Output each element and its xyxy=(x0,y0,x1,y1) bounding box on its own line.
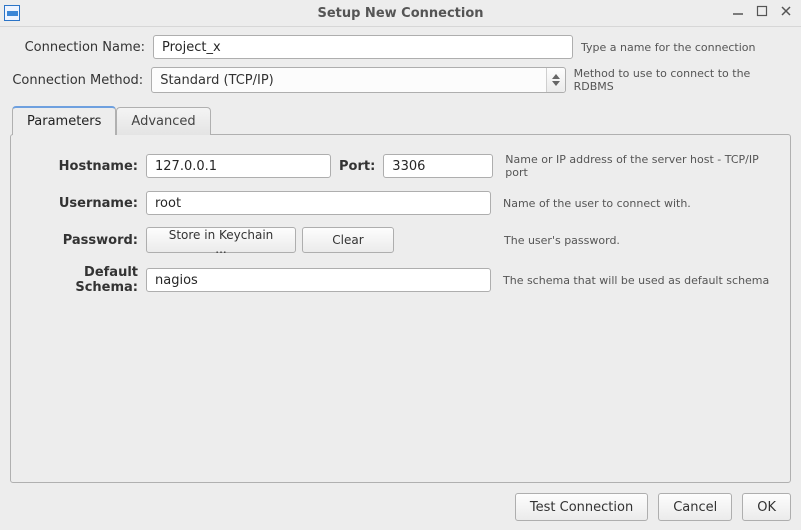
dialog-footer: Test Connection Cancel OK xyxy=(10,493,791,521)
username-help: Name of the user to connect with. xyxy=(503,197,776,210)
connection-name-input[interactable] xyxy=(153,35,573,59)
password-row: Password: Store in Keychain ... Clear Th… xyxy=(25,227,776,253)
app-icon xyxy=(4,5,20,21)
hostname-help: Name or IP address of the server host - … xyxy=(505,153,776,179)
hostname-row: Hostname: Port: Name or IP address of th… xyxy=(25,153,776,179)
cancel-button[interactable]: Cancel xyxy=(658,493,732,521)
connection-name-label: Connection Name: xyxy=(10,40,153,55)
tab-advanced[interactable]: Advanced xyxy=(116,107,210,135)
connection-name-help: Type a name for the connection xyxy=(581,41,755,54)
minimize-icon[interactable] xyxy=(731,5,745,21)
connection-name-row: Connection Name: Type a name for the con… xyxy=(10,35,791,59)
password-help: The user's password. xyxy=(504,234,776,247)
combo-spinner-icon[interactable] xyxy=(546,68,565,92)
schema-help: The schema that will be used as default … xyxy=(503,274,776,287)
titlebar: Setup New Connection xyxy=(0,0,801,27)
connection-method-help: Method to use to connect to the RDBMS xyxy=(574,67,791,93)
tabs: Parameters Advanced Hostname: Port: Name… xyxy=(10,105,791,483)
schema-label: Default Schema: xyxy=(25,265,146,295)
connection-method-label: Connection Method: xyxy=(10,73,151,88)
password-label: Password: xyxy=(25,233,146,248)
username-input[interactable] xyxy=(146,191,491,215)
hostname-input[interactable] xyxy=(146,154,331,178)
schema-row: Default Schema: The schema that will be … xyxy=(25,265,776,295)
connection-method-row: Connection Method: Standard (TCP/IP) Met… xyxy=(10,67,791,93)
window-title: Setup New Connection xyxy=(0,6,801,21)
port-label: Port: xyxy=(339,159,375,174)
default-schema-input[interactable] xyxy=(146,268,491,292)
username-row: Username: Name of the user to connect wi… xyxy=(25,191,776,215)
store-keychain-button[interactable]: Store in Keychain ... xyxy=(146,227,296,253)
tab-parameters[interactable]: Parameters xyxy=(12,106,116,135)
port-input[interactable] xyxy=(383,154,493,178)
tab-strip: Parameters Advanced xyxy=(12,105,791,134)
maximize-icon[interactable] xyxy=(755,5,769,21)
close-icon[interactable] xyxy=(779,5,793,21)
clear-password-button[interactable]: Clear xyxy=(302,227,394,253)
window-controls xyxy=(731,5,801,21)
username-label: Username: xyxy=(25,196,146,211)
connection-method-combo[interactable]: Standard (TCP/IP) xyxy=(151,67,565,93)
ok-button[interactable]: OK xyxy=(742,493,791,521)
hostname-label: Hostname: xyxy=(25,159,146,174)
connection-method-value: Standard (TCP/IP) xyxy=(152,73,545,88)
test-connection-button[interactable]: Test Connection xyxy=(515,493,648,521)
dialog-content: Connection Name: Type a name for the con… xyxy=(0,27,801,530)
tab-panel-parameters: Hostname: Port: Name or IP address of th… xyxy=(10,134,791,483)
